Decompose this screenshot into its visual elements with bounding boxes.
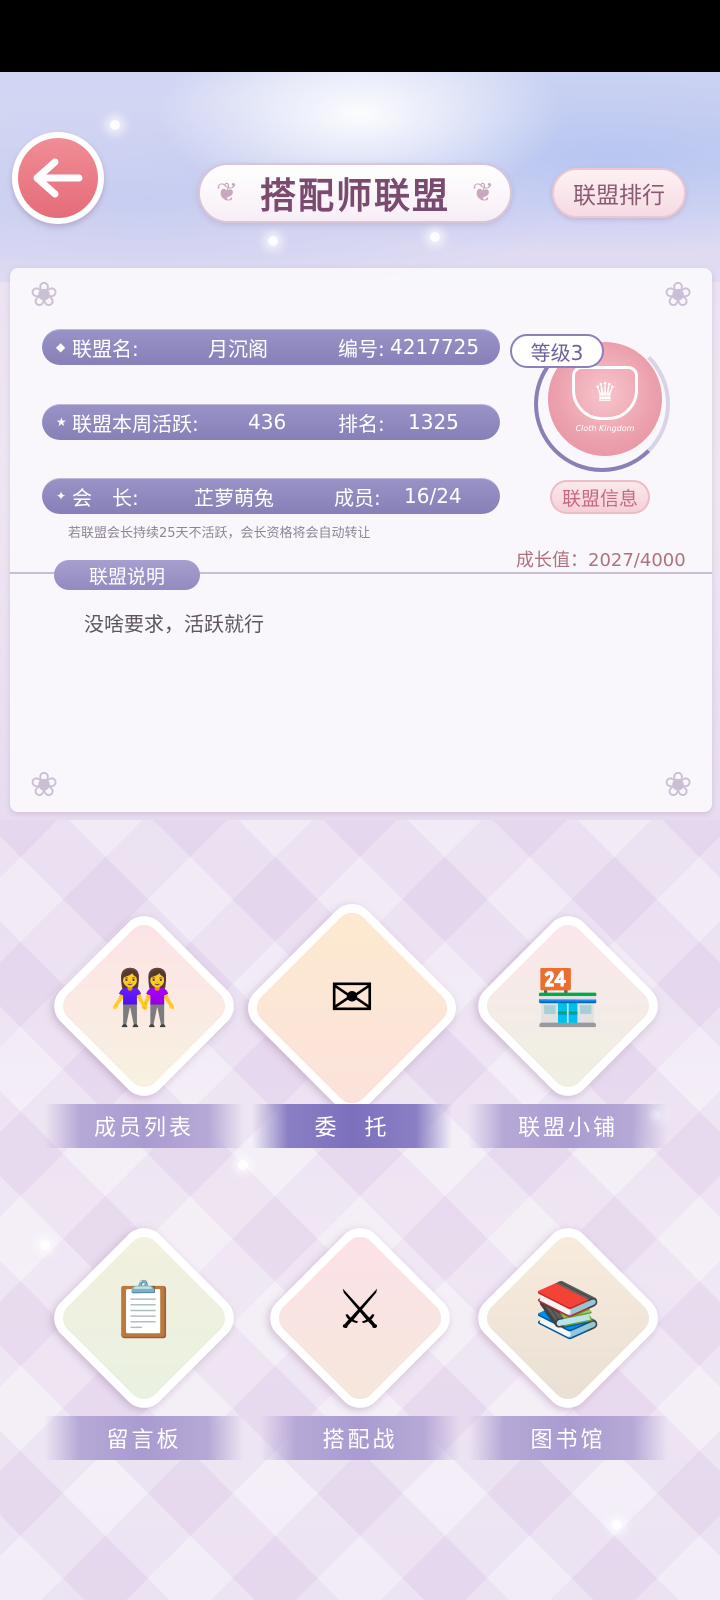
rank-label: 排名:: [338, 411, 385, 436]
book-icon: ◆: [56, 340, 66, 354]
rose-ornament-icon: ❀: [663, 275, 693, 315]
rank-value: 1325: [408, 410, 459, 434]
rose-ornament-icon: ❀: [663, 765, 693, 805]
alliance-shop-tile[interactable]: 🏪 联盟小铺: [468, 907, 668, 1166]
sparkle: [40, 1240, 50, 1250]
commission-label: 委 托: [252, 1104, 452, 1148]
ornament-icon: ❦: [472, 178, 494, 208]
members-list-tile[interactable]: 👭 成员列表: [44, 907, 244, 1166]
message-board-label: 留言板: [44, 1416, 244, 1460]
ornament-icon: ❦: [216, 178, 238, 208]
sparkle: [430, 232, 440, 242]
sparkle: [612, 1520, 622, 1530]
alliance-rank-button[interactable]: 联盟排行: [552, 168, 686, 218]
sparkle-icon: ✦: [56, 489, 67, 503]
activity-label: 联盟本周活跃:: [72, 411, 199, 436]
description-tag: 联盟说明: [54, 560, 200, 590]
leader-row: ✦ 会 长: 芷萝萌兔 成员: 16/24: [42, 478, 500, 514]
alliance-description: 没啥要求，活跃就行: [84, 612, 264, 636]
growth-number: 2027/4000: [588, 550, 686, 571]
alliance-shop-label: 联盟小铺: [468, 1104, 668, 1148]
alliance-name-label: 联盟名:: [72, 336, 139, 361]
library-icon: 📚: [534, 1278, 602, 1341]
level-badge: 等级3: [510, 334, 604, 368]
sparkle: [238, 1160, 248, 1170]
shop-icon: 🏪: [534, 966, 602, 1029]
badge-motto: Cloth Kingdom: [575, 423, 635, 433]
message-board-icon: 📋: [110, 1278, 178, 1341]
weekly-activity-row: ★ 联盟本周活跃: 436 排名: 1325: [42, 404, 500, 440]
star-icon: ★: [56, 415, 67, 429]
library-tile[interactable]: 📚 图书馆: [468, 1219, 668, 1478]
rose-ornament-icon: ❀: [29, 275, 59, 315]
back-arrow-icon: [18, 138, 98, 218]
members-list-label: 成员列表: [44, 1104, 244, 1148]
styling-battle-tile[interactable]: ⚔ 搭配战: [260, 1219, 460, 1478]
rose-ornament-icon: ❀: [29, 765, 59, 805]
sparkle: [110, 120, 120, 130]
leader-label: 会 长:: [72, 485, 139, 510]
page-title: 搭配师联盟: [259, 176, 450, 217]
status-bar: [0, 0, 720, 72]
leader-transfer-notice: 若联盟会长持续25天不活跃，会长资格将会自动转让: [68, 526, 371, 541]
members-count: 16/24: [404, 484, 462, 508]
commission-tile[interactable]: ✉ 委 托: [238, 894, 466, 1166]
members-icon: 👭: [110, 966, 178, 1029]
commission-icon: ✉: [329, 966, 375, 1029]
sparkle: [268, 236, 278, 246]
leader-name: 芷萝萌兔: [194, 485, 274, 510]
growth-value: 成长值：2027/4000: [516, 546, 686, 572]
alliance-info-button[interactable]: 联盟信息: [550, 480, 650, 514]
members-label: 成员:: [334, 485, 381, 510]
battle-icon: ⚔: [335, 1278, 385, 1341]
back-button[interactable]: [12, 132, 104, 224]
alliance-name: 月沉阁: [208, 336, 268, 361]
message-board-tile[interactable]: 📋 留言板: [44, 1219, 244, 1478]
library-label: 图书馆: [468, 1416, 668, 1460]
alliance-id-label: 编号:: [338, 336, 385, 361]
title-plate: ❦ 搭配师联盟 ❦: [198, 163, 512, 223]
activity-value: 436: [248, 410, 287, 434]
alliance-name-row: ◆ 联盟名: 月沉阁 编号: 4217725: [42, 329, 500, 365]
styling-battle-label: 搭配战: [260, 1416, 460, 1460]
alliance-id: 4217725: [390, 335, 480, 359]
crest-icon: ♛: [572, 365, 638, 420]
growth-label: 成长值：: [516, 550, 588, 571]
